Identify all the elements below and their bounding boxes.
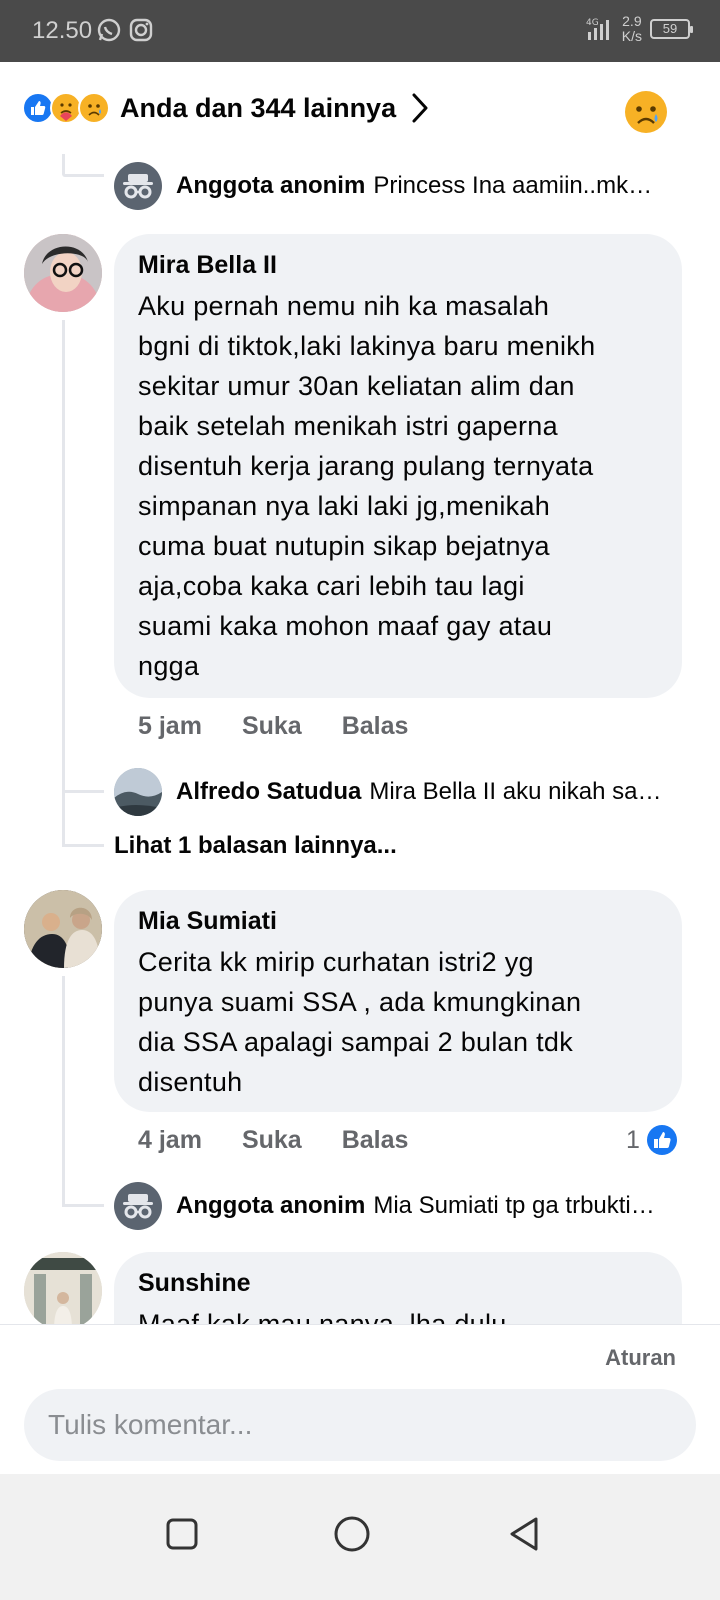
reply-text: Mia Sumiati tp ga trbukti…	[373, 1192, 655, 1219]
comment-bubble[interactable]: Sunshine Maaf kak mau nanya, lha dulu	[114, 1252, 682, 1324]
reactions-summary-text: Anda dan 344 lainnya	[120, 92, 397, 123]
anonymous-avatar[interactable]	[114, 1182, 162, 1230]
avatar[interactable]	[114, 768, 162, 816]
system-nav-bar	[0, 1474, 720, 1600]
thread-line	[62, 1204, 104, 1207]
reply-button[interactable]: Balas	[342, 712, 409, 741]
thread-line	[62, 790, 104, 793]
reply-text: Princess Ina aamiin..mk…	[373, 172, 653, 199]
chevron-right-icon	[412, 93, 428, 123]
thread-line	[62, 174, 104, 177]
square-icon	[166, 1518, 198, 1550]
reply-preview[interactable]: Anggota anonim Mia Sumiati tp ga trbukti…	[176, 1192, 655, 1220]
recents-button[interactable]	[152, 1504, 212, 1564]
back-button[interactable]	[494, 1504, 554, 1564]
status-right: 4G 2.9 K/s 59	[586, 13, 693, 44]
avatar[interactable]	[24, 234, 102, 312]
status-bar: 12.50 4G 2.9 K/s 59	[0, 0, 720, 62]
status-time: 12.50	[32, 17, 93, 44]
network-speed: 2.9 K/s	[621, 13, 642, 44]
thread-line	[62, 976, 65, 1204]
reply-author: Anggota anonim	[176, 172, 366, 199]
home-button[interactable]	[322, 1504, 382, 1564]
like-button[interactable]: Suka	[242, 1126, 302, 1155]
sad-reaction-button[interactable]	[624, 90, 668, 134]
thread-line	[62, 154, 65, 174]
comment-text: Cerita kk mirip curhatan istri2 yg punya…	[138, 947, 582, 1097]
whatsapp-icon	[97, 18, 121, 42]
reply-preview[interactable]: Alfredo Satudua Mira Bella II aku nikah …	[176, 778, 661, 806]
sad-icon	[78, 92, 110, 124]
comment-thread[interactable]: Anggota anonim Princess Ina aamiin..mk… …	[0, 154, 720, 1324]
signal-icon: 4G	[586, 18, 609, 40]
avatar[interactable]	[24, 890, 102, 968]
thread-line	[62, 792, 65, 844]
view-more-replies-link[interactable]: Lihat 1 balasan lainnya...	[114, 832, 397, 860]
reply-text: Mira Bella II aku nikah sa…	[369, 778, 662, 805]
reply-author: Anggota anonim	[176, 1192, 366, 1219]
reactions-summary[interactable]: Anda dan 344 lainnya	[0, 62, 720, 154]
reply-button[interactable]: Balas	[342, 1126, 409, 1155]
triangle-back-icon	[510, 1517, 538, 1551]
instagram-icon	[129, 18, 153, 42]
anonymous-icon	[123, 1194, 153, 1219]
thread-line	[62, 844, 104, 847]
comment-time: 5 jam	[138, 712, 202, 740]
reply-author: Alfredo Satudua	[176, 778, 362, 805]
comment-text: Maaf kak mau nanya, lha dulu	[138, 1309, 507, 1324]
comment-author[interactable]: Mira Bella II	[138, 250, 658, 280]
comment-actions: 5 jam Suka Balas	[138, 712, 408, 741]
comment-author[interactable]: Mia Sumiati	[138, 906, 658, 936]
reaction-icons	[22, 92, 110, 124]
svg-text:4G: 4G	[586, 18, 599, 28]
comment-bubble[interactable]: Mira Bella II Aku pernah nemu nih ka mas…	[114, 234, 682, 698]
comment-author[interactable]: Sunshine	[138, 1268, 658, 1298]
thread-line	[62, 320, 65, 792]
rules-link[interactable]: Aturan	[605, 1345, 676, 1371]
comment-footer: Aturan	[0, 1324, 720, 1474]
reply-preview[interactable]: Anggota anonim Princess Ina aamiin..mk…	[176, 172, 652, 200]
comment-text: Aku pernah nemu nih ka masalah bgni di t…	[138, 291, 596, 681]
comment-bubble[interactable]: Mia Sumiati Cerita kk mirip curhatan ist…	[114, 890, 682, 1112]
avatar[interactable]	[24, 1252, 102, 1324]
comment-time: 4 jam	[138, 1126, 202, 1154]
like-icon	[646, 1125, 677, 1155]
like-button[interactable]: Suka	[242, 712, 302, 741]
anonymous-icon	[123, 174, 153, 199]
anonymous-avatar[interactable]	[114, 162, 162, 210]
circle-icon	[334, 1516, 370, 1552]
comment-like-count[interactable]: 1	[626, 1124, 678, 1156]
comment-actions: 4 jam Suka Balas	[138, 1126, 408, 1155]
comment-input[interactable]	[24, 1389, 696, 1461]
battery-indicator: 59	[650, 19, 693, 39]
